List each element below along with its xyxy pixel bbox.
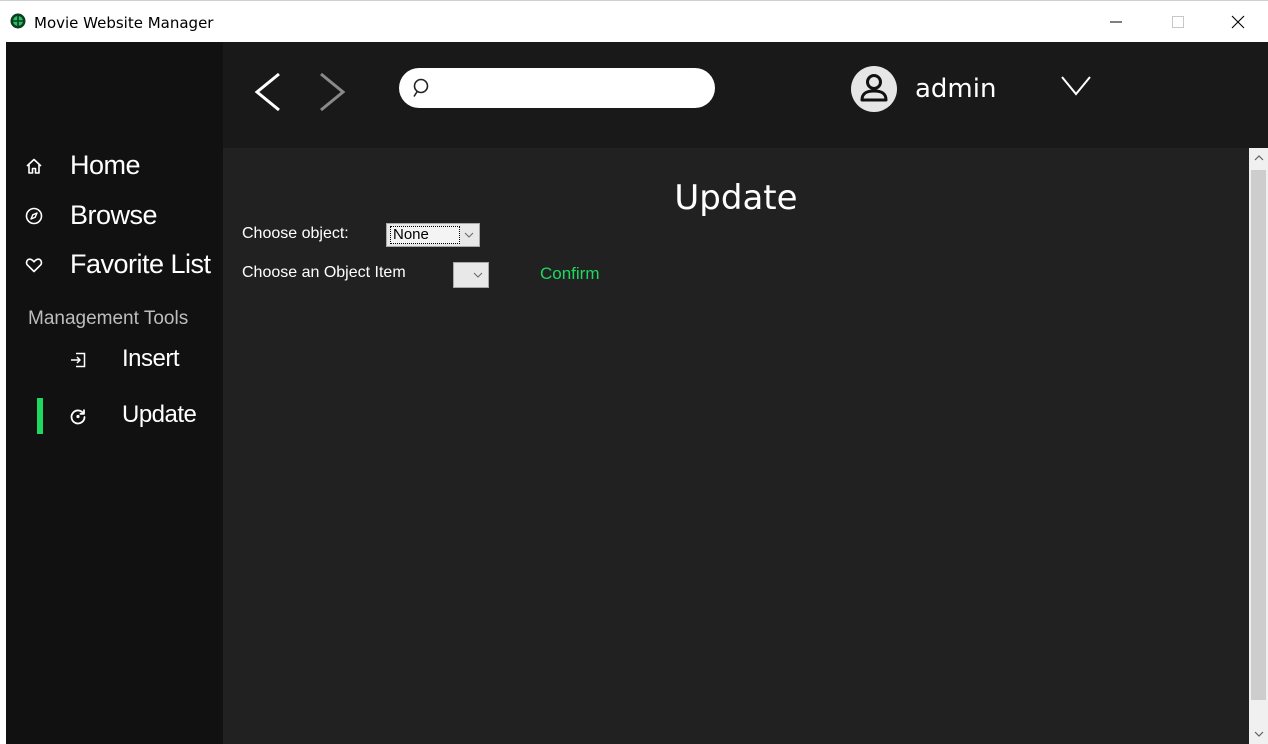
close-icon [1231, 15, 1245, 29]
choose-item-label: Choose an Object Item [242, 264, 406, 281]
search-icon [413, 78, 429, 97]
sidebar-item-label: Browse [70, 200, 158, 230]
chevron-down-icon [464, 232, 474, 238]
app-window: Home Browse Favorite List Management Too… [6, 42, 1268, 744]
section-label-management-tools: Management Tools [28, 308, 189, 329]
sidebar-item-update[interactable]: Update [6, 396, 223, 436]
scroll-down-button[interactable] [1249, 724, 1268, 744]
sidebar-item-label: Insert [122, 345, 180, 372]
vertical-scrollbar[interactable] [1249, 148, 1268, 744]
sidebar-item-favorite-list[interactable]: Favorite List [6, 245, 223, 285]
forward-arrow-icon[interactable] [311, 70, 351, 114]
choose-item-select[interactable] [453, 262, 489, 288]
search-box [399, 68, 715, 108]
avatar[interactable] [851, 66, 897, 112]
sidebar-item-browse[interactable]: Browse [6, 196, 223, 236]
refresh-icon [70, 409, 86, 425]
username: admin [915, 74, 997, 104]
confirm-button[interactable]: Confirm [540, 264, 600, 284]
maximize-button[interactable] [1148, 1, 1208, 43]
user-icon [852, 67, 896, 111]
sidebar-item-label: Home [70, 150, 141, 180]
main-content: Update Choose object: None Choose an Obj… [223, 148, 1249, 744]
sidebar-item-label: Favorite List [70, 249, 211, 279]
compass-icon [25, 207, 43, 225]
dropdown-arrow [469, 265, 487, 285]
sidebar-item-insert[interactable]: Insert [6, 340, 223, 380]
chevron-down-icon [473, 272, 483, 278]
insert-icon [71, 352, 86, 368]
window-titlebar: Movie Website Manager [0, 0, 1268, 42]
scroll-thumb[interactable] [1251, 170, 1266, 700]
choose-object-label: Choose object: [242, 225, 349, 242]
heart-icon [25, 258, 43, 273]
chevron-down-icon [1254, 731, 1263, 737]
page-title: Update [674, 178, 798, 218]
minimize-icon [1110, 21, 1122, 23]
choose-object-select[interactable]: None [386, 223, 480, 247]
scroll-up-button[interactable] [1249, 148, 1268, 168]
chevron-up-icon [1254, 155, 1263, 161]
window-title: Movie Website Manager [34, 14, 214, 32]
sidebar: Home Browse Favorite List Management Too… [6, 42, 223, 744]
dropdown-arrow [460, 225, 478, 245]
app-logo-icon [10, 13, 26, 29]
back-arrow-icon[interactable] [249, 70, 289, 114]
choose-object-value: None [390, 226, 460, 244]
close-button[interactable] [1208, 1, 1268, 43]
maximize-icon [1172, 16, 1184, 28]
minimize-button[interactable] [1086, 1, 1146, 43]
sidebar-item-label: Update [122, 401, 197, 428]
home-icon [26, 158, 42, 174]
sidebar-item-home[interactable]: Home [6, 146, 223, 186]
search-input[interactable] [439, 74, 701, 102]
chevron-down-icon[interactable] [1059, 72, 1093, 100]
topbar: admin [223, 42, 1268, 148]
